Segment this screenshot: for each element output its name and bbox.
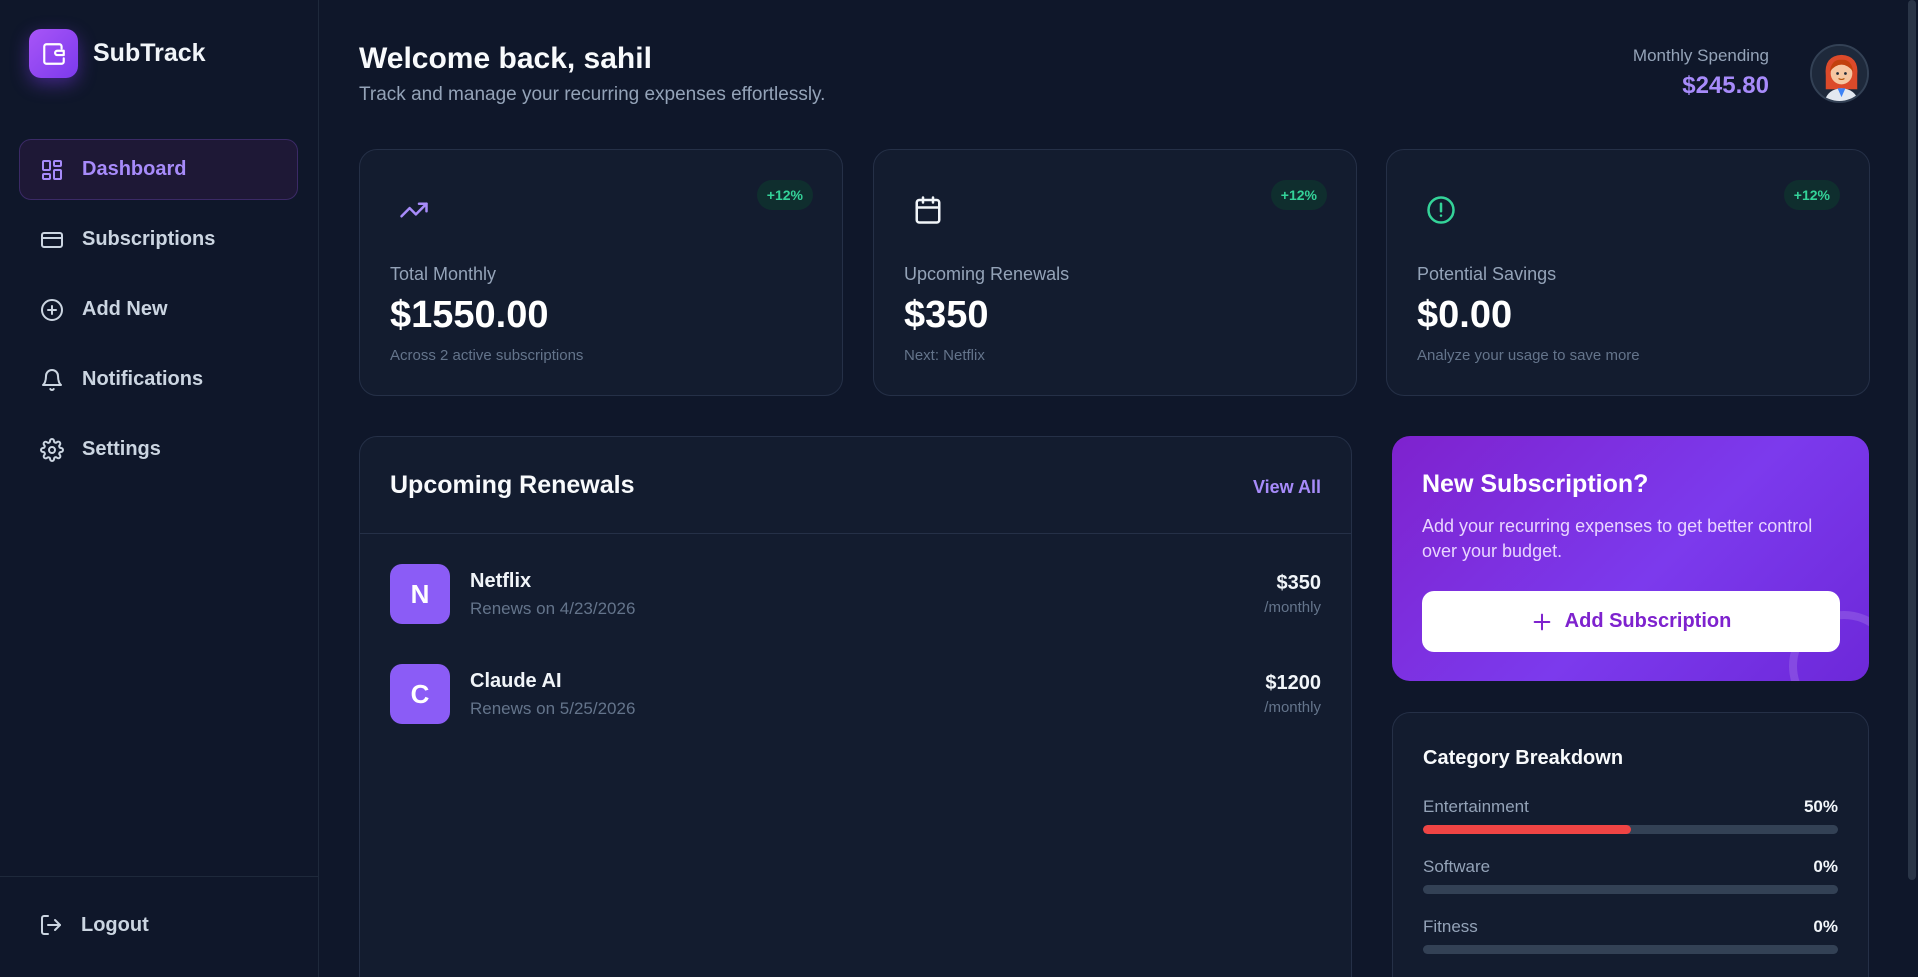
dashboard-icon (42, 159, 62, 180)
page-title: Welcome back, sahil (359, 42, 652, 75)
divider (360, 533, 1351, 534)
renewal-name: Claude AI (470, 669, 562, 692)
monthly-spending: Monthly Spending $245.80 (1633, 46, 1769, 100)
new-subscription-card: New Subscription? Add your recurring exp… (1392, 436, 1869, 681)
sidebar-item-label: Subscriptions (82, 228, 216, 250)
renewal-price-block: $1200 /monthly (1264, 672, 1321, 716)
sidebar-item-label: Settings (82, 438, 161, 460)
bell-icon (42, 368, 62, 391)
stat-badge: +12% (1270, 180, 1327, 210)
category-progress-bar (1423, 885, 1838, 894)
scrollbar-thumb[interactable] (1908, 0, 1916, 880)
category-name: Entertainment (1423, 797, 1529, 816)
renewal-info: Netflix Renews on 4/23/2026 (470, 570, 1264, 619)
stat-subtext: Next: Netflix (904, 347, 985, 364)
stat-card-potential-savings: +12% Potential Savings $0.00 Analyze you… (1386, 149, 1870, 396)
wallet-icon (29, 29, 78, 78)
monthly-spending-value: $245.80 (1682, 72, 1769, 99)
stat-subtext: Analyze your usage to save more (1417, 347, 1640, 364)
category-name: Software (1423, 857, 1491, 876)
calendar-icon (915, 196, 941, 224)
upcoming-renewals-panel: Upcoming Renewals View All N Netflix Ren… (359, 436, 1352, 977)
sidebar-item-label: Dashboard (82, 158, 187, 180)
category-percent: 0% (1813, 917, 1838, 936)
avatar[interactable] (1810, 44, 1869, 103)
add-subscription-button[interactable]: Add Subscription (1422, 591, 1840, 652)
add-subscription-label: Add Subscription (1564, 610, 1732, 632)
trending-up-icon (400, 202, 428, 218)
category-percent: 50% (1803, 797, 1838, 816)
page-scrollbar[interactable] (1906, 0, 1918, 977)
category-row-entertainment: Entertainment 50% (1423, 797, 1838, 834)
sidebar-item-subscriptions[interactable]: Subscriptions (19, 209, 298, 270)
promo-text: Add your recurring expenses to get bette… (1422, 516, 1813, 561)
renewal-initial: C (390, 664, 450, 724)
category-breakdown-panel: Category Breakdown Entertainment 50% Sof… (1392, 712, 1869, 977)
sidebar-nav: Dashboard Subscriptions Add New Notifica… (19, 139, 298, 489)
renewal-info: Claude AI Renews on 5/25/2026 (470, 670, 1264, 719)
stat-label: Potential Savings (1417, 264, 1557, 284)
renewal-date: Renews on 5/25/2026 (470, 698, 636, 718)
alert-circle-icon (1427, 196, 1455, 224)
sidebar-item-settings[interactable]: Settings (19, 419, 298, 480)
user-avatar-icon (1812, 46, 1867, 101)
stat-value: $350 (904, 294, 989, 336)
sidebar-item-label: Notifications (82, 368, 204, 390)
credit-card-icon (41, 231, 63, 248)
category-progress-bar (1423, 945, 1838, 954)
sidebar-item-dashboard[interactable]: Dashboard (19, 139, 298, 200)
category-percent: 0% (1813, 857, 1838, 876)
plus-icon (1533, 613, 1550, 630)
stat-badge: +12% (1783, 180, 1840, 210)
sidebar-footer: Logout (0, 876, 319, 977)
category-row-fitness: Fitness 0% (1423, 917, 1838, 954)
sidebar-item-notifications[interactable]: Notifications (19, 349, 298, 410)
stat-card-total-monthly: +12% Total Monthly $1550.00 Across 2 act… (359, 149, 843, 396)
sidebar-item-label: Add New (82, 298, 168, 320)
category-row-software: Software 0% (1423, 857, 1838, 894)
renewal-item-claude-ai[interactable]: C Claude AI Renews on 5/25/2026 $1200 /m… (390, 664, 1321, 724)
stat-subtext: Across 2 active subscriptions (390, 347, 584, 364)
view-all-link[interactable]: View All (1253, 477, 1321, 498)
gear-icon (40, 437, 64, 462)
renewal-price: $350 (1276, 572, 1322, 594)
stat-badge: +12% (756, 180, 813, 210)
page-subtitle: Track and manage your recurring expenses… (359, 84, 826, 105)
renewal-name: Netflix (470, 569, 532, 592)
stat-value: $1550.00 (390, 294, 549, 336)
category-title: Category Breakdown (1423, 747, 1624, 769)
renewal-price-block: $350 /monthly (1264, 572, 1321, 616)
plus-circle-icon (41, 298, 63, 321)
renewals-title: Upcoming Renewals (390, 471, 635, 499)
logout-button[interactable]: Logout (39, 913, 149, 937)
category-progress-fill (1423, 825, 1631, 834)
renewal-date: Renews on 4/23/2026 (470, 598, 636, 618)
logout-icon (41, 915, 61, 935)
stat-value: $0.00 (1417, 294, 1513, 336)
renewal-item-netflix[interactable]: N Netflix Renews on 4/23/2026 $350 /mont… (390, 564, 1321, 624)
renewal-price: $1200 (1265, 672, 1321, 694)
renewal-period: /monthly (1264, 699, 1321, 716)
renewal-period: /monthly (1264, 599, 1321, 616)
brand[interactable]: SubTrack (29, 29, 206, 78)
renewal-initial: N (390, 564, 450, 624)
logout-label: Logout (81, 913, 149, 936)
promo-title: New Subscription? (1422, 470, 1649, 498)
stat-label: Upcoming Renewals (904, 264, 1070, 284)
stat-label: Total Monthly (390, 264, 497, 284)
monthly-spending-label: Monthly Spending (1632, 46, 1769, 65)
brand-name: SubTrack (93, 39, 206, 67)
sidebar: SubTrack Dashboard Subscriptions Add New… (0, 0, 319, 977)
stat-card-upcoming-renewals: +12% Upcoming Renewals $350 Next: Netfli… (873, 149, 1357, 396)
category-progress-bar (1423, 825, 1838, 834)
category-name: Fitness (1423, 917, 1478, 936)
sidebar-item-add-new[interactable]: Add New (19, 279, 298, 340)
